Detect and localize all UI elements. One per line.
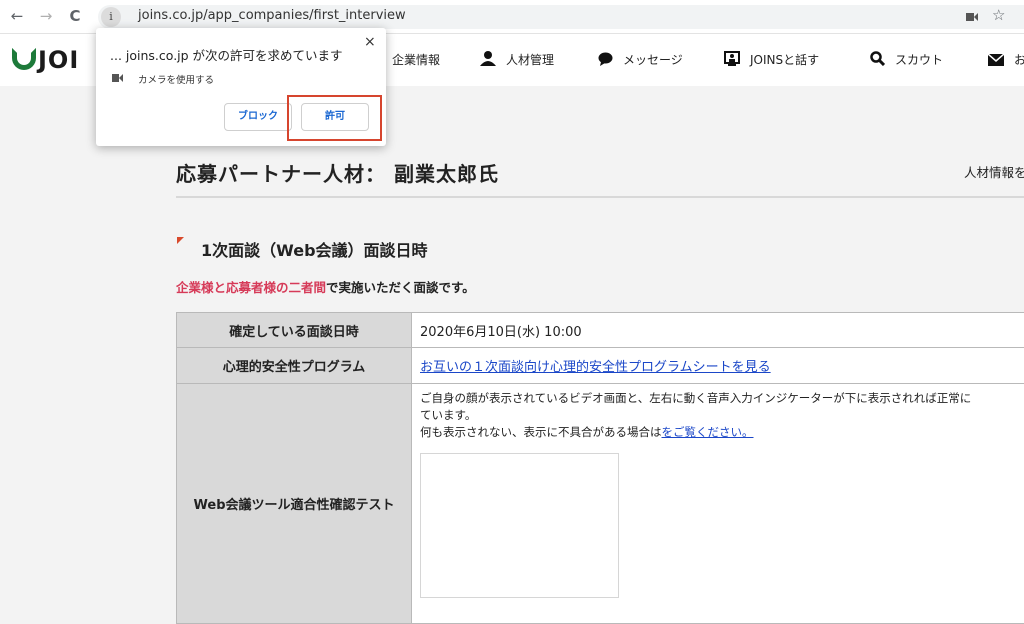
popup-title: ... joins.co.jp が次の許可を求めています xyxy=(110,45,343,64)
section-marker-icon xyxy=(177,237,184,244)
person-icon xyxy=(480,51,496,66)
camera-icon xyxy=(112,74,123,82)
support-icon xyxy=(724,51,740,66)
table-row: 確定している面談日時 2020年6月10日(水) 10:00 xyxy=(177,313,1024,348)
allow-highlight-box xyxy=(287,95,382,141)
nav-talk-to-joins[interactable]: JOINSと話す xyxy=(724,51,819,68)
section-title: 1次面談（Web会議）面談日時 xyxy=(201,237,428,261)
program-sheet-link[interactable]: お互いの１次面談向け心理的安全性プログラムシートを見る xyxy=(420,360,771,375)
title-divider xyxy=(176,196,1024,198)
test-instructions-cont: ています。 xyxy=(420,407,1024,424)
interview-datetime: 2020年6月10日(水) 10:00 xyxy=(412,313,1024,348)
table-row: 心理的安全性プログラム お互いの１次面談向け心理的安全性プログラムシートを見る xyxy=(177,348,1024,384)
nav-company-info[interactable]: 企業情報 xyxy=(392,51,440,68)
nav-talent-management[interactable]: 人材管理 xyxy=(480,51,554,68)
reload-icon[interactable]: C xyxy=(66,6,84,26)
interview-info-table: 確定している面談日時 2020年6月10日(水) 10:00 心理的安全性プログ… xyxy=(176,312,1024,624)
troubleshoot-link[interactable]: をご覧ください。 xyxy=(662,425,754,439)
close-icon[interactable]: × xyxy=(364,34,376,50)
nav-mail[interactable]: お xyxy=(988,51,1024,68)
block-button[interactable]: ブロック xyxy=(224,103,292,131)
interview-description: 企業様と応募者様の二者間で実施いただく面談です。 xyxy=(176,277,475,296)
lead-text: で実施いただく面談です。 xyxy=(326,280,475,295)
logo-mark-icon xyxy=(12,48,36,70)
lead-highlight: 企業様と応募者様の二者間 xyxy=(176,280,326,295)
forward-icon[interactable]: → xyxy=(37,6,55,26)
back-icon[interactable]: ← xyxy=(8,6,26,26)
test-instructions: ご自身の顔が表示されているビデオ画面と、左右に動く音声入力インジケーターが下に表… xyxy=(420,390,1024,407)
camera-in-use-icon[interactable] xyxy=(966,12,978,22)
row-label: Web会議ツール適合性確認テスト xyxy=(177,384,412,624)
row-label: 確定している面談日時 xyxy=(177,313,412,348)
web-meeting-test-cell: ご自身の顔が表示されているビデオ画面と、左右に動く音声入力インジケーターが下に表… xyxy=(412,384,1024,624)
mail-icon xyxy=(988,54,1004,66)
site-info-icon[interactable]: i xyxy=(101,7,121,27)
table-row: Web会議ツール適合性確認テスト ご自身の顔が表示されているビデオ画面と、左右に… xyxy=(177,384,1024,624)
url-text[interactable]: joins.co.jp/app_companies/first_intervie… xyxy=(138,8,406,23)
video-preview xyxy=(420,453,619,598)
address-bar[interactable]: i joins.co.jp/app_companies/first_interv… xyxy=(98,5,1024,29)
permission-label: カメラを使用する xyxy=(138,72,214,86)
row-label: 心理的安全性プログラム xyxy=(177,348,412,384)
main-content: 応募パートナー人材： 副業太郎氏 人材情報を 1次面談（Web会議）面談日時 企… xyxy=(0,86,1024,618)
talent-info-link[interactable]: 人材情報を xyxy=(964,162,1024,181)
nav-scout[interactable]: スカウト xyxy=(870,51,943,68)
nav-messages[interactable]: メッセージ xyxy=(598,51,683,68)
search-icon xyxy=(870,51,885,66)
bookmark-star-icon[interactable]: ☆ xyxy=(992,6,1005,24)
chat-bubble-icon xyxy=(598,52,613,66)
page-title: 応募パートナー人材： 副業太郎氏 xyxy=(176,158,499,187)
joins-logo[interactable]: JOI xyxy=(12,46,79,74)
troubleshoot-text: 何も表示されない、表示に不具合がある場合はをご覧ください。 xyxy=(420,424,1024,441)
